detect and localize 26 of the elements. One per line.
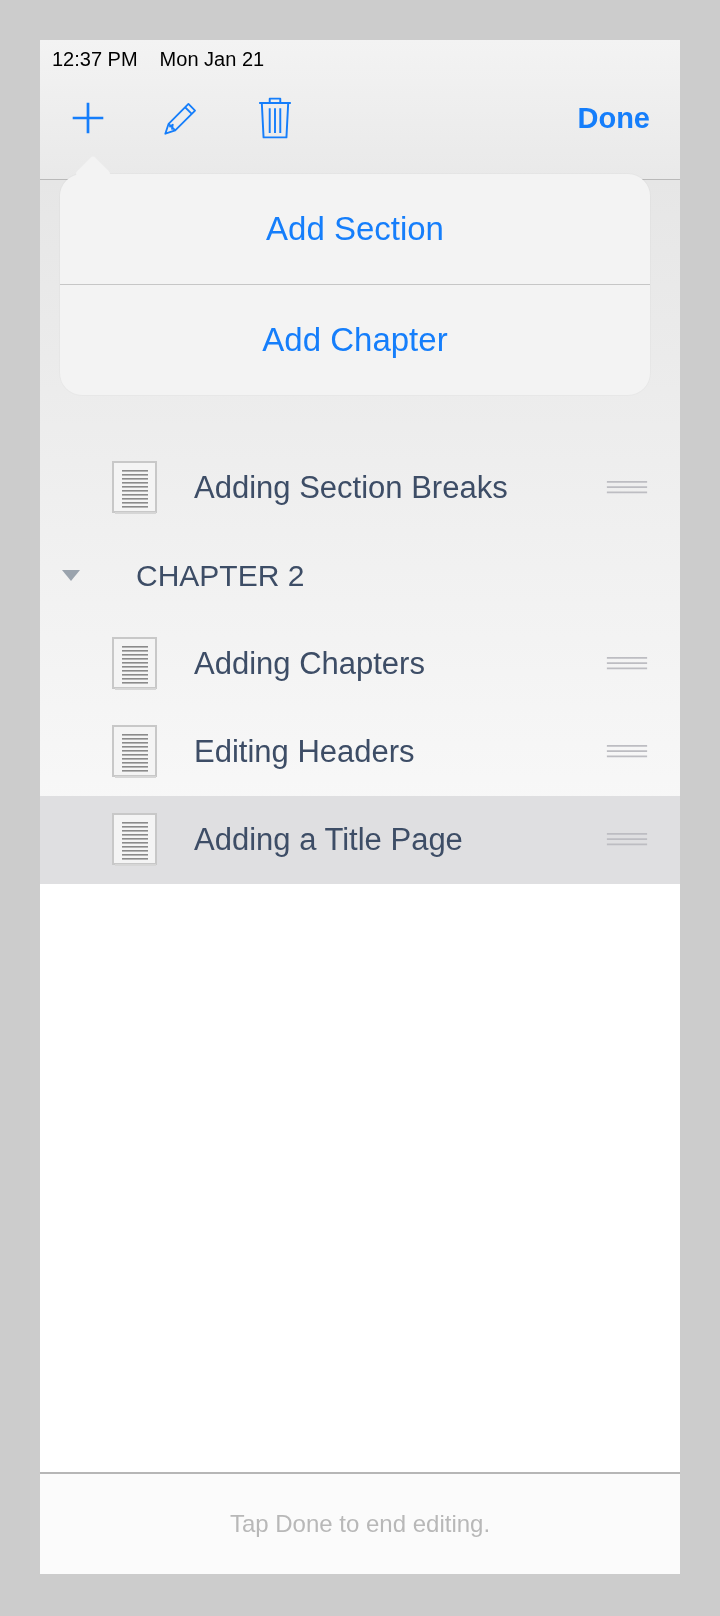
- reorder-handle-icon[interactable]: [604, 745, 650, 759]
- document-icon: [112, 725, 158, 779]
- chapter-title: CHAPTER 2: [136, 559, 305, 593]
- document-icon: [112, 461, 158, 515]
- reorder-handle-icon[interactable]: [604, 833, 650, 847]
- reorder-handle-icon[interactable]: [604, 481, 650, 495]
- outline-row[interactable]: Adding Chapters: [40, 620, 680, 708]
- outline-row[interactable]: Editing Headers: [40, 708, 680, 796]
- section-title: Editing Headers: [194, 734, 416, 770]
- document-icon: [112, 637, 158, 691]
- status-date: Mon Jan 21: [159, 48, 265, 72]
- menu-item[interactable]: Add Chapter: [60, 285, 650, 395]
- chapter-row[interactable]: CHAPTER 2: [40, 532, 680, 620]
- outline-row[interactable]: Adding a Title Page: [40, 796, 680, 884]
- disclosure-triangle-icon[interactable]: [62, 570, 80, 582]
- footer-hint: Tap Done to end editing.: [229, 1510, 491, 1538]
- section-title: Adding Chapters: [194, 646, 426, 682]
- add-icon[interactable]: [70, 100, 106, 136]
- trash-icon[interactable]: [256, 96, 294, 140]
- outline-row[interactable]: Adding Section Breaks: [40, 444, 680, 532]
- section-title: Adding Section Breaks: [194, 470, 509, 506]
- status-time: 12:37 PM: [52, 48, 138, 72]
- menu-item[interactable]: Add Section: [60, 174, 650, 284]
- section-title: Adding a Title Page: [194, 822, 464, 858]
- reorder-handle-icon[interactable]: [604, 657, 650, 671]
- document-icon: [112, 813, 158, 867]
